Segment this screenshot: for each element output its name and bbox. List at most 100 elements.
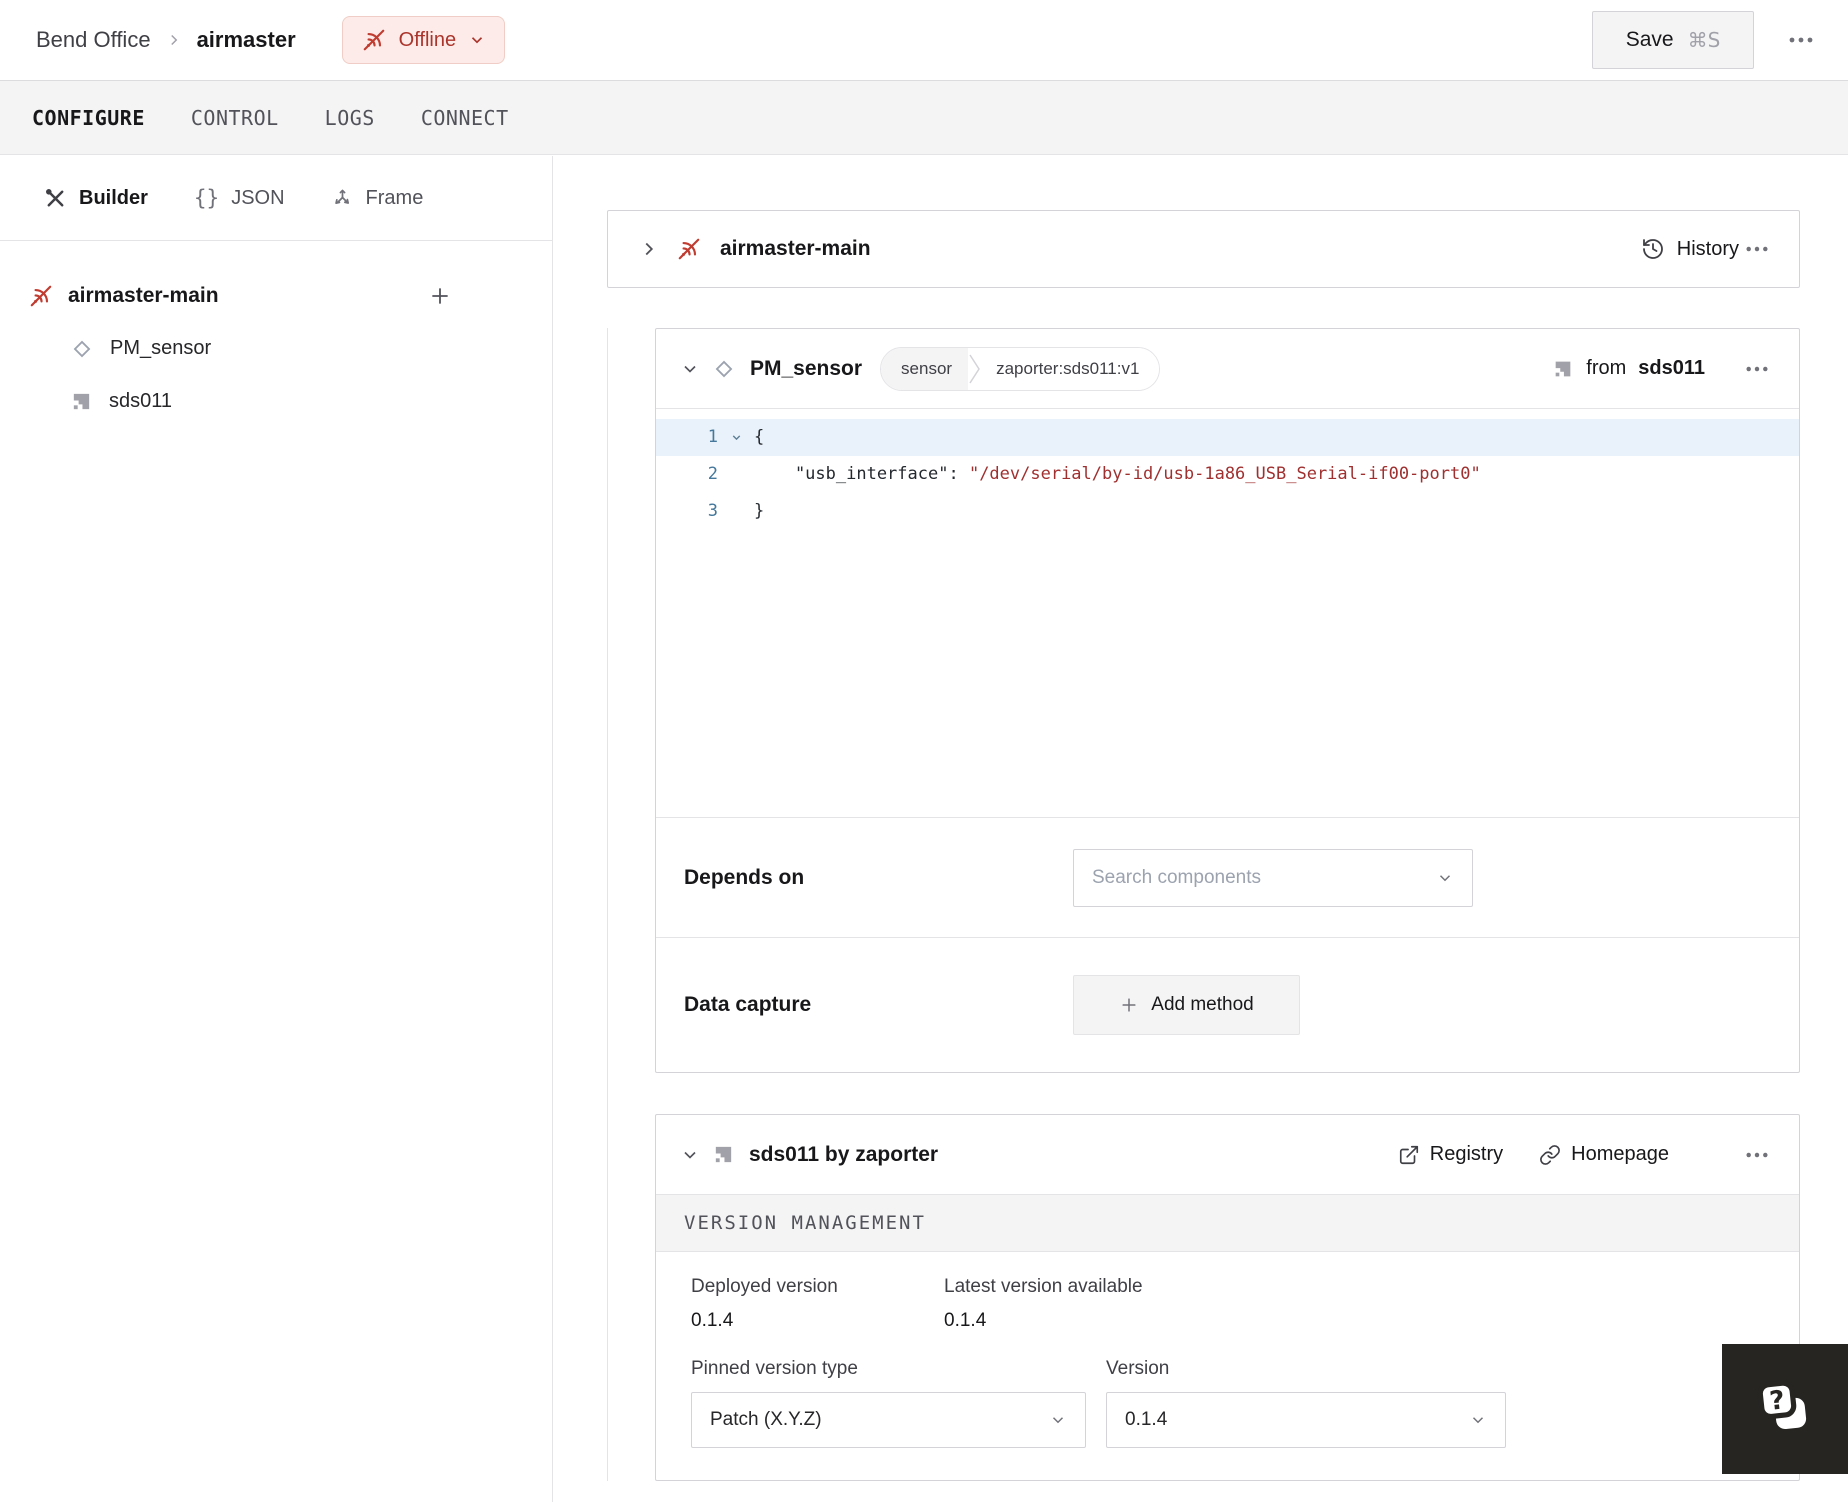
version-management-body: Deployed version Latest version availabl… xyxy=(656,1252,1799,1448)
plus-icon xyxy=(1122,998,1136,1012)
version-label: Version xyxy=(1106,1358,1170,1379)
tree-item-label: PM_sensor xyxy=(110,337,212,359)
component-card-pm-sensor: PM_sensor sensor zaporter:sds011:v1 from… xyxy=(655,328,1800,1073)
tree-item-pm-sensor[interactable]: PM_sensor xyxy=(0,322,452,375)
pinned-version-type-value: Patch (X.Y.Z) xyxy=(710,1409,822,1430)
data-capture-label: Data capture xyxy=(684,993,812,1016)
version-values-row: 0.1.4 0.1.4 xyxy=(691,1310,1771,1332)
depends-on-select[interactable]: Search components xyxy=(1073,848,1473,907)
pinned-version-type-label: Pinned version type xyxy=(691,1358,858,1379)
code-line[interactable]: 3 } xyxy=(656,493,1799,530)
from-prefix: from xyxy=(1586,357,1627,379)
breadcrumb-org[interactable]: Bend Office xyxy=(36,27,151,53)
json-key: "usb_interface" xyxy=(754,464,949,484)
chevron-right-icon xyxy=(170,34,177,46)
wifi-off-icon xyxy=(363,29,384,51)
chevron-down-icon xyxy=(1052,1417,1064,1424)
help-chat-icon: ? xyxy=(1757,1380,1807,1430)
module-icon xyxy=(73,393,90,410)
depends-on-row: Depends on Search components xyxy=(656,818,1799,938)
ellipsis-icon xyxy=(1789,37,1813,43)
json-colon: : xyxy=(948,464,969,484)
part-title: airmaster-main xyxy=(720,237,871,260)
collapse-chevron-down-icon[interactable] xyxy=(680,1145,700,1165)
machine-status-dropdown[interactable]: Offline xyxy=(341,16,506,64)
data-capture-row: Data capture Add method xyxy=(656,938,1799,1072)
deployed-version-label: Deployed version xyxy=(691,1276,838,1297)
collapse-chevron-down-icon[interactable] xyxy=(680,359,700,379)
tab-connect[interactable]: CONNECT xyxy=(421,106,509,130)
tab-control[interactable]: CONTROL xyxy=(191,106,279,130)
module-overflow-menu-button[interactable] xyxy=(1739,1145,1775,1165)
component-type-model-tag: sensor zaporter:sds011:v1 xyxy=(880,346,1161,391)
attributes-json-editor[interactable]: 1 { 2 "usb_interface": "/dev/serial/by-i… xyxy=(656,409,1799,818)
depends-on-placeholder: Search components xyxy=(1092,866,1261,888)
config-sidebar: Builder {} JSON Frame airmaster-main PM_… xyxy=(0,156,553,1502)
help-button[interactable]: ? xyxy=(1722,1344,1848,1474)
tools-icon xyxy=(46,188,64,206)
history-button[interactable]: History xyxy=(1641,237,1739,261)
pin-selects-row: Patch (X.Y.Z) 0.1.4 xyxy=(691,1392,1771,1448)
tab-configure[interactable]: CONFIGURE xyxy=(32,106,145,130)
nesting-guide-line xyxy=(607,328,608,1481)
tree-item-label: sds011 xyxy=(109,390,173,412)
ellipsis-icon xyxy=(1746,366,1768,371)
module-title: sds011 by zaporter xyxy=(749,1142,939,1166)
code-line[interactable]: 1 { xyxy=(656,419,1799,456)
module-card-sds011: sds011 by zaporter Registry Homepage VER… xyxy=(655,1114,1800,1481)
component-card-header: PM_sensor sensor zaporter:sds011:v1 from… xyxy=(656,329,1799,409)
save-button[interactable]: Save ⌘S xyxy=(1592,11,1754,69)
from-module-link[interactable]: from sds011 xyxy=(1552,357,1705,380)
homepage-label: Homepage xyxy=(1571,1143,1669,1165)
link-icon xyxy=(1540,1144,1561,1165)
status-label: Offline xyxy=(398,28,457,51)
depends-on-label: Depends on xyxy=(684,865,805,889)
external-link-icon xyxy=(1399,1145,1418,1164)
chevron-down-icon xyxy=(1472,1417,1484,1424)
save-label: Save xyxy=(1625,28,1674,51)
mode-frame[interactable]: Frame xyxy=(331,187,423,210)
view-mode-switcher: Builder {} JSON Frame xyxy=(0,156,552,241)
line-number: 2 xyxy=(707,464,718,484)
wifi-off-icon xyxy=(30,285,52,306)
expand-chevron-right-icon[interactable] xyxy=(638,238,660,260)
latest-version-value: 0.1.4 xyxy=(944,1310,987,1331)
fold-chevron-icon[interactable] xyxy=(718,419,754,456)
main-tab-bar: CONFIGURE CONTROL LOGS CONNECT xyxy=(0,80,1848,155)
code-text: } xyxy=(754,501,765,521)
module-icon xyxy=(715,1146,732,1163)
tree-item-airmaster-main[interactable]: airmaster-main xyxy=(0,269,452,322)
breadcrumb-machine: airmaster xyxy=(196,27,296,52)
homepage-link[interactable]: Homepage xyxy=(1539,1143,1669,1166)
part-card-airmaster-main: airmaster-main History xyxy=(607,210,1800,288)
breadcrumb: Bend Office airmaster xyxy=(36,27,296,53)
code-line[interactable]: 2 "usb_interface": "/dev/serial/by-id/us… xyxy=(656,456,1799,493)
tree-item-sds011[interactable]: sds011 xyxy=(0,375,452,428)
tree-item-label: airmaster-main xyxy=(68,283,219,307)
pinned-version-type-select[interactable]: Patch (X.Y.Z) xyxy=(691,1392,1086,1448)
deployed-version-value: 0.1.4 xyxy=(691,1310,734,1331)
history-label: History xyxy=(1676,237,1739,260)
header-overflow-menu-button[interactable] xyxy=(1782,30,1820,50)
code-text: "usb_interface": "/dev/serial/by-id/usb-… xyxy=(754,456,1481,493)
add-method-button[interactable]: Add method xyxy=(1073,975,1300,1035)
version-select[interactable]: 0.1.4 xyxy=(1106,1392,1506,1448)
tab-logs[interactable]: LOGS xyxy=(325,106,375,130)
add-method-label: Add method xyxy=(1151,994,1254,1015)
component-overflow-menu-button[interactable] xyxy=(1739,359,1775,379)
component-type-tag: sensor xyxy=(881,347,969,390)
history-clock-icon xyxy=(1642,239,1663,259)
version-management-section-header: VERSION MANAGEMENT xyxy=(656,1195,1799,1252)
registry-link[interactable]: Registry xyxy=(1398,1143,1503,1166)
tag-divider-icon xyxy=(969,354,980,383)
chevron-down-icon xyxy=(1439,874,1451,881)
add-part-button[interactable] xyxy=(428,284,452,308)
from-module-name: sds011 xyxy=(1638,357,1705,379)
mode-json[interactable]: {} JSON xyxy=(194,186,285,210)
component-diamond-icon xyxy=(73,340,91,357)
mode-builder[interactable]: Builder xyxy=(44,187,148,210)
part-overflow-menu-button[interactable] xyxy=(1739,239,1775,259)
top-header: Bend Office airmaster Offline Save ⌘S xyxy=(0,0,1848,80)
